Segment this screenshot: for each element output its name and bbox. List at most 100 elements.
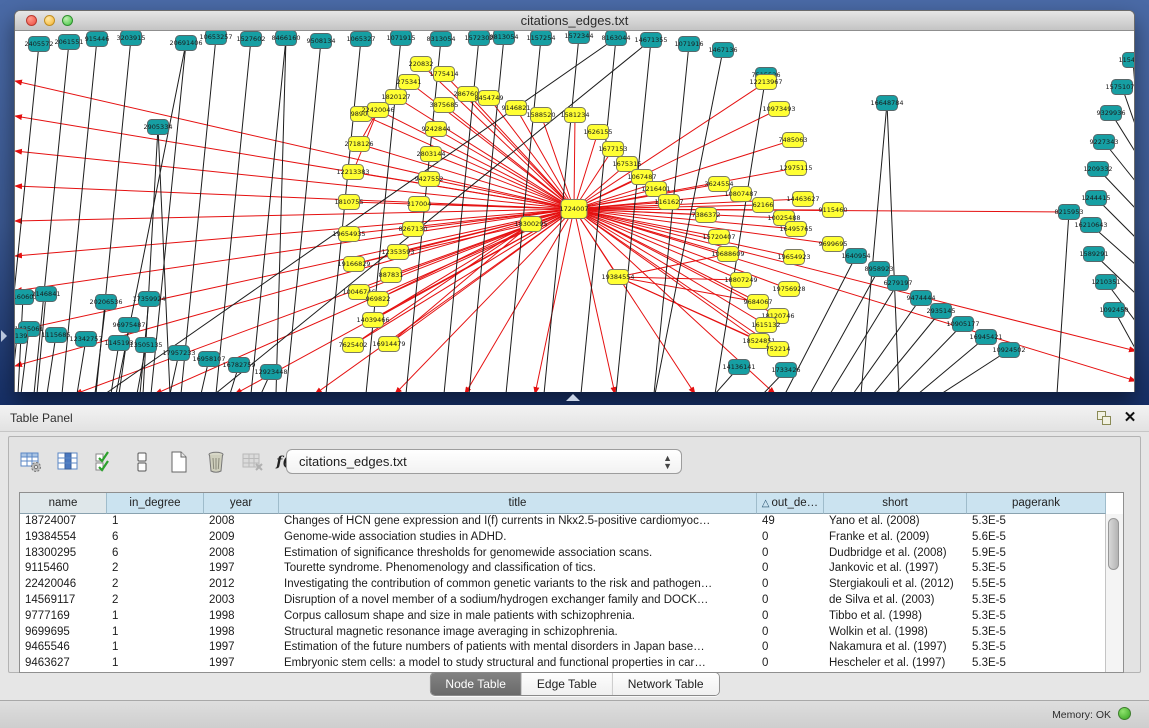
table-cell: 0 xyxy=(757,577,824,593)
graph-node-label: 20691406 xyxy=(169,39,202,47)
graph-node-label: 8466160 xyxy=(272,34,301,42)
column-header-name[interactable]: name xyxy=(20,493,107,514)
delete-rows-button[interactable] xyxy=(202,448,230,476)
left-panel-collapse-arrow[interactable] xyxy=(1,330,7,342)
network-canvas[interactable]: 2405572206155191544632039152069140610653… xyxy=(15,31,1134,392)
graph-node-label: 12353593 xyxy=(381,248,414,256)
graph-node-label: 8215953 xyxy=(1055,208,1084,216)
graph-node-label: 17957233 xyxy=(162,349,195,357)
graph-edge xyxy=(861,103,887,392)
graph-node-label: 15720407 xyxy=(702,233,735,241)
table-cell: Corpus callosum shape and size in male p… xyxy=(279,609,757,625)
table-row[interactable]: 1830029562008Estimation of significance … xyxy=(20,546,1123,562)
graph-edge xyxy=(37,294,46,392)
table-cell: 2 xyxy=(107,561,204,577)
table-row[interactable]: 977716911998Corpus callosum shape and si… xyxy=(20,609,1123,625)
cytoscape-desktop: citations_edges.txt 24055722061551915446… xyxy=(0,0,1149,405)
table-cell: 1997 xyxy=(204,561,279,577)
graph-node-label: 14671355 xyxy=(634,36,667,44)
tab-network-table[interactable]: Network Table xyxy=(612,673,719,695)
graph-edge xyxy=(618,277,741,280)
graph-edge xyxy=(15,336,17,392)
graph-node-label: 9242844 xyxy=(422,125,451,133)
table-cell: 5.3E-5 xyxy=(967,561,1106,577)
graph-node-label: 10807487 xyxy=(724,190,757,198)
graph-node-label: 9508134 xyxy=(307,37,336,45)
table-cell: 1997 xyxy=(204,656,279,672)
select-rows-icon xyxy=(93,450,117,474)
table-row[interactable]: 946554611997Estimation of the future num… xyxy=(20,640,1123,656)
table-vertical-scrollbar[interactable] xyxy=(1105,514,1123,672)
table-row[interactable]: 1938455462009Genome-wide association stu… xyxy=(20,530,1123,546)
tab-node-table[interactable]: Node Table xyxy=(430,673,521,695)
node-table: namein_degreeyeartitle△out_de…shortpager… xyxy=(19,492,1124,673)
graph-node-label: 1071916 xyxy=(675,40,704,48)
table-cell: 1998 xyxy=(204,625,279,641)
table-cell: 9777169 xyxy=(20,609,107,625)
panel-splitter-grip[interactable] xyxy=(566,394,580,401)
graph-node-label: 1626155 xyxy=(584,128,613,136)
table-cell: 1 xyxy=(107,625,204,641)
table-row[interactable]: 946362711997Embryonic stem cells: a mode… xyxy=(20,656,1123,672)
graph-node-label: 1615132 xyxy=(752,321,781,329)
select-rows-button[interactable] xyxy=(91,448,119,476)
float-square-front-icon xyxy=(1102,416,1111,425)
column-header-pagerank[interactable]: pagerank xyxy=(967,493,1106,514)
table-cell: 0 xyxy=(757,530,824,546)
table-cell: 0 xyxy=(757,561,824,577)
table-row[interactable]: 1456911722003Disruption of a novel membe… xyxy=(20,593,1123,609)
graph-node-label: 16495765 xyxy=(779,225,812,233)
row-height-button[interactable] xyxy=(128,448,156,476)
column-header-year[interactable]: year xyxy=(204,493,279,514)
show-columns-button[interactable] xyxy=(54,448,82,476)
tab-edge-table[interactable]: Edge Table xyxy=(521,673,612,695)
table-cell: 5.3E-5 xyxy=(967,609,1106,625)
table-cell: 19384554 xyxy=(20,530,107,546)
graph-node-label: 18300295 xyxy=(514,220,547,228)
graph-node-label: 19654935 xyxy=(332,230,365,238)
graph-edge xyxy=(465,209,574,392)
column-header-in_degree[interactable]: in_degree xyxy=(107,493,204,514)
create-table-button[interactable] xyxy=(165,448,193,476)
table-cell: 5.3E-5 xyxy=(967,640,1106,656)
graph-node-label: 1157254 xyxy=(527,34,556,42)
delete-table-button[interactable] xyxy=(239,448,267,476)
table-row[interactable]: 1872400712008Changes of HCN gene express… xyxy=(20,514,1123,530)
table-row[interactable]: 2242004622012Investigating the contribut… xyxy=(20,577,1123,593)
graph-node-label: 9474444 xyxy=(907,294,936,302)
graph-node-label: 1733426 xyxy=(772,366,801,374)
table-panel-title: Table Panel xyxy=(10,411,73,425)
table-cell: 1 xyxy=(107,514,204,530)
table-cell: Structural magnetic resonance image aver… xyxy=(279,625,757,641)
graph-node-label: 6279197 xyxy=(884,279,913,287)
table-cell: 1 xyxy=(107,609,204,625)
graph-node-label: 1115685 xyxy=(42,331,71,339)
graph-node-label: 1467136 xyxy=(709,46,738,54)
graph-node-label: 1589291 xyxy=(1080,250,1109,258)
scrollbar-thumb[interactable] xyxy=(1108,518,1119,570)
table-row[interactable]: 911546021997Tourette syndrome. Phenomeno… xyxy=(20,561,1123,577)
graph-node-label: 14039466 xyxy=(356,316,389,324)
delete-table-icon xyxy=(241,450,265,474)
graph-node-label: 1067487 xyxy=(628,173,657,181)
graph-edge xyxy=(18,297,23,392)
graph-node-label: 2146841 xyxy=(32,290,61,298)
column-header-title[interactable]: title xyxy=(279,493,757,514)
graph-edge xyxy=(216,39,251,392)
table-cell: 49 xyxy=(757,514,824,530)
table-selector-dropdown[interactable]: citations_edges.txt ▲▼ xyxy=(286,449,682,474)
graph-edge xyxy=(574,209,615,392)
table-cell: 1 xyxy=(107,640,204,656)
table-cell: 5.5E-5 xyxy=(967,577,1106,593)
citation-network-graph[interactable]: 2405572206155191544632039152069140610653… xyxy=(15,31,1134,392)
table-settings-button[interactable] xyxy=(17,448,45,476)
table-row[interactable]: 969969511998Structural magnetic resonanc… xyxy=(20,625,1123,641)
graph-node-label: 1154808 xyxy=(1119,56,1134,64)
column-header-out_de[interactable]: △out_de… xyxy=(757,493,824,514)
column-header-short[interactable]: short xyxy=(824,493,967,514)
float-panel-icon[interactable] xyxy=(1095,409,1113,427)
table-cell: 2003 xyxy=(204,593,279,609)
close-panel-icon[interactable]: ✕ xyxy=(1121,409,1139,427)
network-window-titlebar[interactable]: citations_edges.txt xyxy=(15,11,1134,31)
memory-status-indicator[interactable] xyxy=(1118,707,1131,720)
